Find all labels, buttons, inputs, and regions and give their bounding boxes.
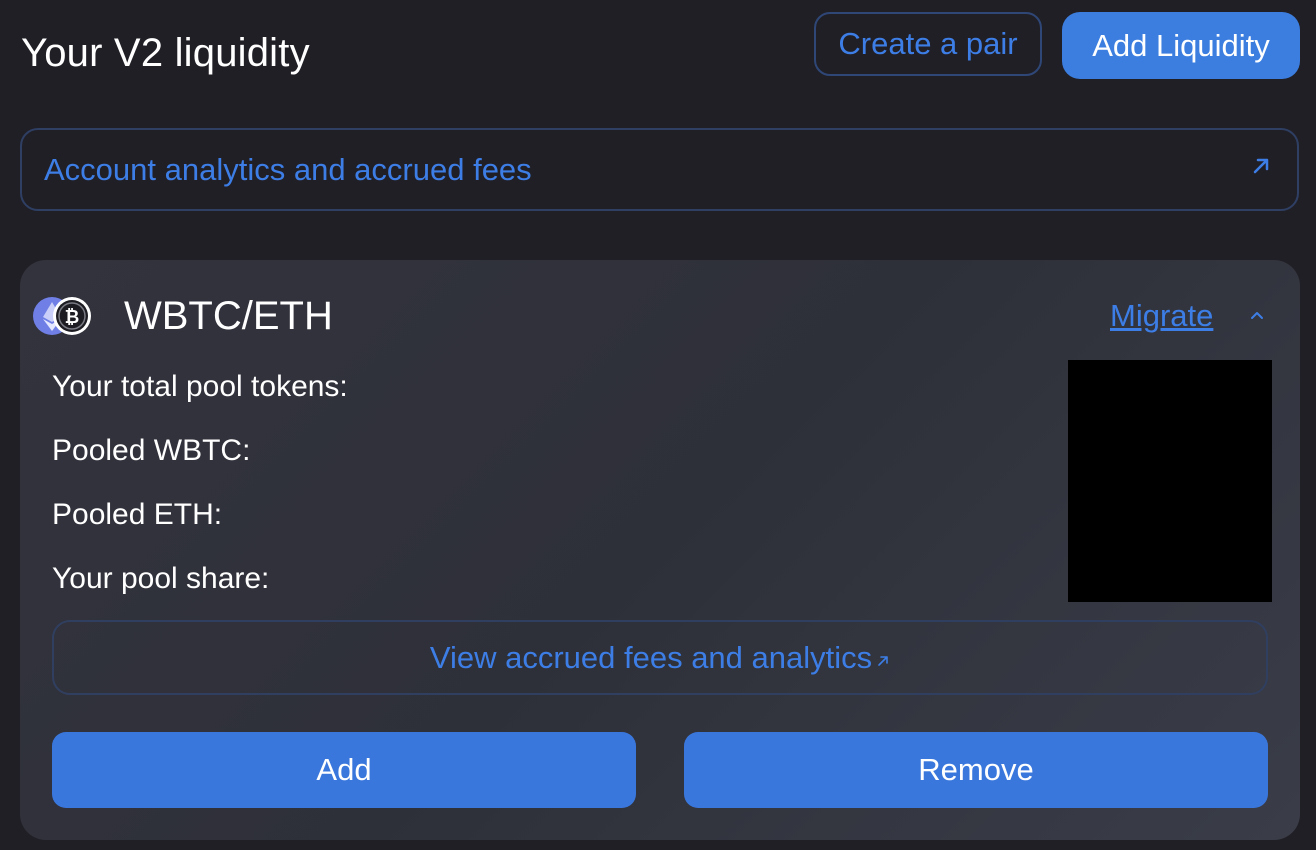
view-accrued-fees-button[interactable]: View accrued fees and analytics — [52, 620, 1268, 695]
add-button[interactable]: Add — [52, 732, 636, 808]
account-analytics-link[interactable]: Account analytics and accrued fees — [20, 128, 1299, 211]
wbtc-token-icon: ₿ — [53, 297, 91, 335]
page: Your V2 liquidity Create a pair Add Liqu… — [0, 0, 1316, 850]
pool-pair-name: WBTC/ETH — [124, 294, 333, 338]
view-accrued-fees-label: View accrued fees and analytics — [429, 639, 873, 675]
svg-text:₿: ₿ — [65, 307, 80, 328]
token-pair-icon: ₿ — [33, 297, 91, 335]
create-pair-button[interactable]: Create a pair — [814, 12, 1042, 76]
redacted-values-block — [1068, 360, 1272, 602]
chevron-up-icon[interactable] — [1248, 308, 1266, 322]
pooled-wbtc-label: Pooled WBTC: — [52, 434, 251, 467]
remove-button[interactable]: Remove — [684, 732, 1268, 808]
external-arrow-icon — [878, 655, 888, 666]
pool-card: ₿ WBTC/ETH Migrate Your total pool token… — [20, 260, 1300, 840]
migrate-link[interactable]: Migrate — [1110, 298, 1213, 334]
account-analytics-label: Account analytics and accrued fees — [44, 152, 532, 187]
total-pool-tokens-label: Your total pool tokens: — [52, 370, 348, 403]
pool-share-label: Your pool share: — [52, 562, 270, 595]
add-liquidity-button[interactable]: Add Liquidity — [1062, 12, 1300, 79]
pooled-eth-label: Pooled ETH: — [52, 498, 223, 531]
page-title: Your V2 liquidity — [21, 31, 310, 75]
external-arrow-icon — [1253, 158, 1269, 174]
